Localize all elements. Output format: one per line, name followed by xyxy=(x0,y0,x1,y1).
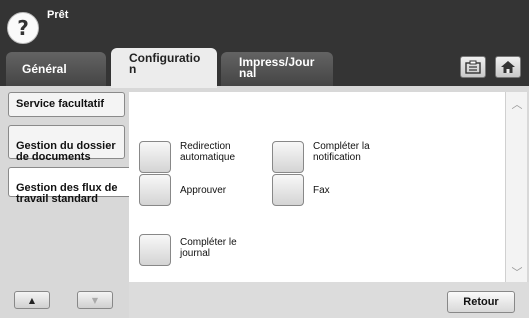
retour-label: Retour xyxy=(463,296,499,308)
home-icon[interactable] xyxy=(495,56,521,78)
sidebar-item-label: Service facultatif xyxy=(16,98,105,110)
approuver-button[interactable] xyxy=(139,174,171,206)
sidebar-item-gestion-flux[interactable]: Gestion des flux de travail standard xyxy=(8,167,130,205)
redirection-automatique-button[interactable] xyxy=(139,141,171,173)
options-scrollbar[interactable]: ︿ ﹀ xyxy=(505,92,527,282)
status-text: Prêt xyxy=(47,9,69,21)
top-bar: ? Prêt Général Impress/Jour nal xyxy=(0,0,529,86)
tab-configuration[interactable]: Configuratio n xyxy=(111,48,217,88)
scroll-down-icon[interactable]: ﹀ xyxy=(510,265,524,279)
clipboard-icon[interactable] xyxy=(460,56,486,78)
tab-configuration-label: Configuratio n xyxy=(129,51,201,76)
completer-journal-button[interactable] xyxy=(139,234,171,266)
sidebar-up-button[interactable]: ▲ xyxy=(14,291,50,309)
completer-notification-label: Compléter la notification xyxy=(313,141,370,163)
tab-print-journal-label: Impress/Jour nal xyxy=(239,55,315,80)
redirection-automatique-label: Redirection automatique xyxy=(180,141,236,163)
completer-notification-button[interactable] xyxy=(272,141,304,173)
fax-label: Fax xyxy=(313,185,330,196)
up-arrow-icon: ▲ xyxy=(28,295,36,305)
retour-button[interactable]: Retour xyxy=(447,291,515,313)
sidebar-down-button[interactable]: ▼ xyxy=(77,291,113,309)
completer-journal-label: Compléter le journal xyxy=(180,237,237,259)
tab-divider xyxy=(333,52,355,86)
scroll-up-icon[interactable]: ︿ xyxy=(510,97,524,111)
sidebar-item-service-facultatif[interactable]: Service facultatif xyxy=(8,92,125,117)
tab-general-label: Général xyxy=(22,62,67,76)
help-icon[interactable]: ? xyxy=(7,12,39,44)
tab-general[interactable]: Général xyxy=(6,52,106,86)
down-arrow-icon: ▼ xyxy=(91,295,99,305)
tab-print-journal[interactable]: Impress/Jour nal xyxy=(221,52,333,86)
approuver-label: Approuver xyxy=(180,185,227,196)
fax-button[interactable] xyxy=(272,174,304,206)
sidebar-item-gestion-dossier[interactable]: Gestion du dossier de documents xyxy=(8,125,125,163)
